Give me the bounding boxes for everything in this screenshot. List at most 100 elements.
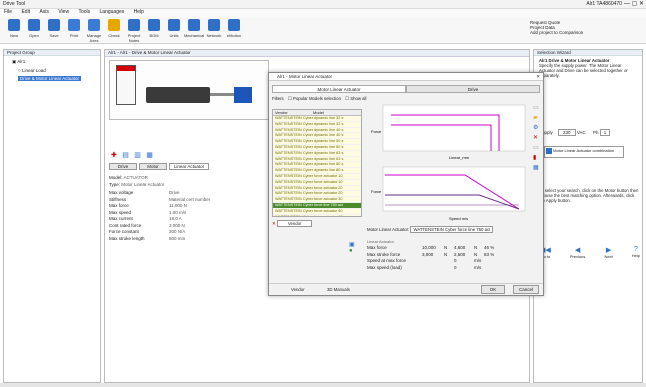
layout-icon[interactable]: ▦ <box>146 152 153 159</box>
ribbon-label-4: Manage Axes <box>86 33 102 43</box>
project-name: Alr1 TA4860470 <box>586 1 622 7</box>
ribbon-label-3: Print <box>69 33 79 38</box>
dialog-footer: Vendor 3D Manuals OK Cancel <box>269 283 543 295</box>
ribbon-icon-7[interactable] <box>148 19 160 31</box>
menu-edit[interactable]: Edit <box>21 9 30 15</box>
dialog-title: Alr1 - Motor Linear Actuator ✕ <box>269 73 543 81</box>
top-xlabel: Linear_mm <box>449 155 470 160</box>
info-icon[interactable]: ▮ <box>533 153 543 163</box>
add-icon[interactable]: ✚ <box>111 152 117 159</box>
tab-motor-linear-actuator[interactable]: Motor Linear Actuator <box>272 85 406 93</box>
ribbon-label-9: Mechanical <box>184 33 205 38</box>
ok-button[interactable]: OK <box>481 285 505 294</box>
tab-motor[interactable]: Motor <box>139 163 167 170</box>
ribbon-toolbar: Request Quote Project Data Add project t… <box>0 17 646 44</box>
export-icon[interactable]: ▣ <box>349 241 355 248</box>
previous-button[interactable]: ◀ Previous <box>570 246 586 259</box>
type-row: Type: Motor Linear Actuator <box>109 181 165 187</box>
popular-checkbox[interactable]: ☐ Popular Models selection <box>288 96 341 101</box>
menu-file[interactable]: File <box>4 9 12 15</box>
wizard-text-2: To select your search, click on the Moto… <box>539 188 639 203</box>
help-button[interactable]: ? Help <box>632 246 640 259</box>
selected-model-field[interactable]: WATTENSTEIN Cyber force line 750 act <box>410 226 494 233</box>
selection-wizard-panel: Selection Wizard Alr1 Drive & Motor Line… <box>533 49 643 383</box>
vendor-link[interactable]: Vendor <box>291 287 305 292</box>
ribbon-icon-10[interactable] <box>208 19 220 31</box>
tab-drive-selection[interactable]: Drive <box>406 85 540 93</box>
menu-axis[interactable]: Axis <box>39 9 48 15</box>
wizard-text-1: Specify the supply power. The Motor Line… <box>539 63 628 78</box>
show-all-checkbox[interactable]: ☐ Show all <box>345 96 366 101</box>
ribbon-icon-6[interactable] <box>128 19 140 31</box>
tab-drive[interactable]: Drive <box>109 163 137 170</box>
menu-bar: File Edit Axis View Tools Languages Help <box>0 9 646 17</box>
cancel-button[interactable]: Cancel <box>513 285 539 294</box>
list-item[interactable]: WATTENSTEIN Cyber force actuator 40 <box>273 214 361 216</box>
tree-node-actuator[interactable]: Drive & Motor Linear Actuator <box>18 76 100 81</box>
menu-languages[interactable]: Languages <box>100 9 125 15</box>
filter-toggle[interactable]: Filters <box>272 96 284 101</box>
ribbon-right-actions: Request Quote Project Data Add project t… <box>530 20 640 35</box>
menu-help[interactable]: Help <box>134 9 144 15</box>
actuator-graphic[interactable] <box>146 87 210 103</box>
selected-model-row: Motor Linear Actuator: WATTENSTEIN Cyber… <box>367 226 527 233</box>
ribbon-icon-3[interactable] <box>68 19 80 31</box>
bottom-ylabel: Force <box>371 189 382 194</box>
ribbon-icon-2[interactable] <box>48 19 60 31</box>
ribbon-label-11: eMotion <box>226 33 242 38</box>
tree-node-root[interactable]: ▣ Alr1 <box>12 59 100 65</box>
workspace-tab[interactable]: Alr1 - Alr1 - Drive & Motor Linear Actua… <box>105 50 529 57</box>
delete-icon[interactable]: ✕ <box>533 133 543 143</box>
detail-tabs: Drive Motor Linear Actuator <box>109 163 269 170</box>
menu-view[interactable]: View <box>58 9 69 15</box>
next-button[interactable]: ▶ Next <box>604 246 612 259</box>
folder-icon[interactable]: ▰ <box>533 113 543 123</box>
ribbon-icon-8[interactable] <box>168 19 180 31</box>
apply-icon[interactable]: ● <box>349 248 355 254</box>
edit-icon[interactable]: ▤ <box>122 152 129 159</box>
motor-selection-dialog: Alr1 - Motor Linear Actuator ✕ Motor Lin… <box>268 72 544 296</box>
list-tools: ✕ Vendor <box>272 220 364 227</box>
ribbon-label-1: Open <box>29 33 39 38</box>
load-graphic[interactable] <box>234 87 252 103</box>
comparison-button[interactable]: Add project to Comparison <box>530 30 640 35</box>
app-title: Drive Tool <box>3 1 26 7</box>
vendor-filter-select[interactable]: Vendor <box>276 220 313 227</box>
limit-row: Max speed (load) 0 m/s <box>367 264 482 270</box>
settings-icon[interactable]: ⚙ <box>533 123 543 133</box>
dialog-close-icon[interactable]: ✕ <box>536 73 540 81</box>
supply-input[interactable]: 230 <box>558 129 576 136</box>
ribbon-label-0: New <box>9 33 18 38</box>
motor-icon <box>546 148 552 154</box>
manuals-link[interactable]: 3D Manuals <box>327 287 350 292</box>
combination-select[interactable]: Motor Linear Actuator combination <box>544 146 624 158</box>
ribbon-icon-11[interactable] <box>228 19 240 31</box>
wizard-nav: ◀◀ Go to ◀ Previous ▶ Next ? Help <box>540 246 640 259</box>
status-bar <box>0 383 646 387</box>
page-icon[interactable]: ▭ <box>533 103 543 113</box>
drive-graphic[interactable] <box>116 65 136 105</box>
ribbon-label-2: Save <box>49 33 59 38</box>
tree-node-load[interactable]: ○ Linear Load <box>18 68 100 73</box>
chart-top: Force Linear_mm <box>371 104 526 160</box>
ribbon-icon-0[interactable] <box>8 19 20 31</box>
ribbon-icon-5[interactable] <box>108 19 120 31</box>
window-controls[interactable]: — ▢ ✕ <box>624 0 644 7</box>
plot-area-top <box>382 104 526 152</box>
ribbon-label-8: Units <box>169 33 179 38</box>
ribbon-icon-1[interactable] <box>28 19 40 31</box>
ribbon-icon-4[interactable] <box>88 19 100 31</box>
detail-fields: Model: ACTUATOR Type: Motor Linear Actua… <box>109 175 269 188</box>
list-side-icons: ▣ ● <box>349 241 355 254</box>
table-icon[interactable]: ▦ <box>533 163 543 173</box>
parameter-list: Max voltage Drive Stiffness Material cert n… <box>109 190 239 242</box>
dialog-tabs: Motor Linear Actuator Drive <box>272 85 540 93</box>
remove-icon[interactable]: ✕ <box>272 221 276 226</box>
chart-icon[interactable]: ▥ <box>134 152 141 159</box>
tab-linear-actuator[interactable]: Linear Actuator <box>169 163 209 170</box>
bottom-xlabel: Speed m/s <box>449 216 468 221</box>
copy-icon[interactable]: ▭ <box>533 143 543 153</box>
menu-tools[interactable]: Tools <box>78 9 90 15</box>
phase-select[interactable]: 1 <box>599 129 611 136</box>
ribbon-icon-9[interactable] <box>188 19 200 31</box>
